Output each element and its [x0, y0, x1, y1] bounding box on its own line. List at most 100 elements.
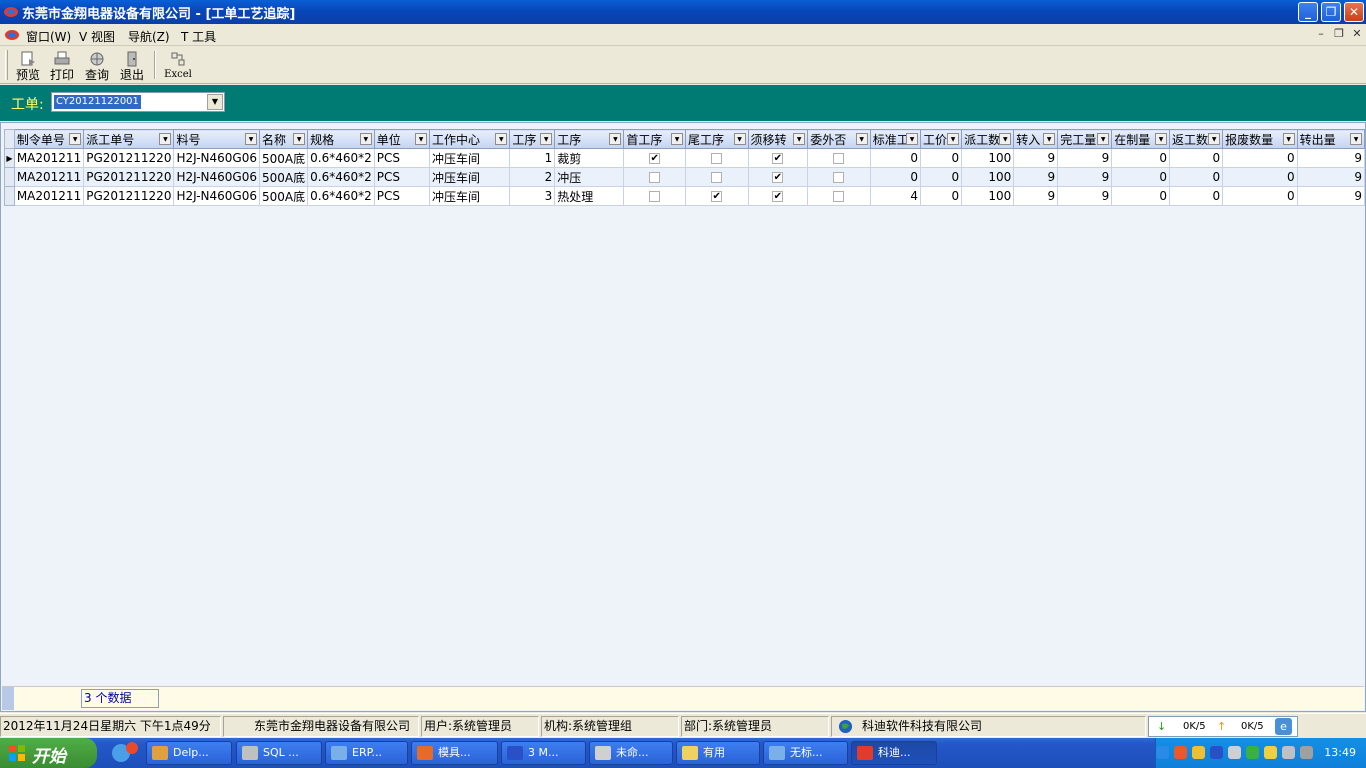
table-row[interactable]: ▶ MA201211 PG201211220 H2J-N460G06 500A底 0.6*… — [4, 148, 1366, 168]
filter-dropdown-icon[interactable]: ▼ — [359, 133, 372, 145]
cell-center[interactable]: 冲压车间 — [429, 167, 511, 187]
cell-name[interactable]: 500A底 — [259, 167, 309, 187]
cell-unit[interactable]: PCS — [373, 148, 431, 168]
tray-app-icon[interactable] — [1174, 746, 1187, 759]
checkbox-checked[interactable]: ✔ — [772, 153, 784, 164]
cell-wip[interactable]: 0 — [1111, 186, 1171, 206]
browser-icon[interactable]: e — [1275, 718, 1292, 735]
checkbox-cell-transfer[interactable]: ✔ — [747, 186, 809, 206]
mdi-close-button[interactable]: ✕ — [1350, 27, 1364, 41]
cell-wo[interactable]: PG201211220 — [83, 186, 175, 206]
checkbox-cell-last[interactable]: ✔ — [685, 186, 749, 206]
cell-spec[interactable]: 0.6*460*2 — [307, 186, 375, 206]
column-header[interactable]: 完工量 ▼ — [1057, 129, 1113, 149]
filter-dropdown-icon[interactable]: ▼ — [1282, 133, 1295, 145]
checkbox-checked[interactable]: ✔ — [711, 191, 723, 202]
column-header[interactable]: 标准工 ▼ — [869, 129, 922, 149]
cell-out[interactable]: 9 — [1296, 167, 1366, 187]
cell-name[interactable]: 500A底 — [259, 148, 309, 168]
column-header[interactable]: 名称 ▼ — [259, 129, 309, 149]
cell-seq[interactable]: 1 — [509, 148, 556, 168]
restore-button[interactable]: ❐ — [1321, 2, 1341, 22]
cell-spec[interactable]: 0.6*460*2 — [307, 167, 375, 187]
column-header[interactable]: 派工单号 ▼ — [83, 129, 175, 149]
cell-center[interactable]: 冲压车间 — [429, 148, 511, 168]
filter-dropdown-icon[interactable]: ▼ — [1155, 133, 1168, 145]
cell-mo[interactable]: MA201211 — [13, 186, 85, 206]
cell-rework[interactable]: 0 — [1169, 186, 1224, 206]
filter-dropdown-icon[interactable]: ▼ — [415, 133, 428, 145]
checkbox-cell-transfer[interactable]: ✔ — [747, 148, 809, 168]
taskbar-task-button[interactable]: ERP... — [325, 741, 408, 765]
mdi-restore-button[interactable]: ❐ — [1332, 27, 1346, 41]
cell-in[interactable]: 9 — [1013, 186, 1059, 206]
bluetooth-icon[interactable] — [1210, 746, 1223, 759]
cell-wo[interactable]: PG201211220 — [83, 167, 175, 187]
column-header[interactable]: 工作中心 ▼ — [429, 129, 511, 149]
cell-std[interactable]: 4 — [869, 186, 922, 206]
column-header[interactable]: 单位 ▼ — [373, 129, 431, 149]
toolbar-grip[interactable] — [5, 50, 8, 80]
print-button[interactable]: 打印 — [46, 49, 78, 82]
checkbox-unchecked[interactable] — [711, 153, 723, 164]
column-header[interactable]: 工序 ▼ — [509, 129, 556, 149]
taskbar-task-button[interactable]: 未命... — [589, 741, 673, 765]
filter-dropdown-icon[interactable]: ▼ — [540, 133, 553, 145]
filter-dropdown-icon[interactable]: ▼ — [793, 133, 806, 145]
work-order-select[interactable]: CY20121122001 ▼ — [51, 92, 225, 112]
minimize-button[interactable]: _ — [1298, 2, 1318, 22]
checkbox-cell-outsource[interactable] — [807, 167, 871, 187]
filter-dropdown-icon[interactable]: ▼ — [947, 133, 960, 145]
security-icon[interactable] — [1246, 746, 1259, 759]
cell-done[interactable]: 9 — [1057, 167, 1113, 187]
checkbox-cell-transfer[interactable]: ✔ — [747, 167, 809, 187]
filter-dropdown-icon[interactable]: ▼ — [906, 133, 918, 145]
cell-scrap[interactable]: 0 — [1222, 167, 1298, 187]
cell-part[interactable]: H2J-N460G06 — [173, 148, 261, 168]
table-row[interactable]: MA201211 PG201211220 H2J-N460G06 500A底 0.6*4… — [4, 186, 1366, 206]
display-icon[interactable] — [1300, 746, 1313, 759]
cell-seq[interactable]: 3 — [509, 186, 556, 206]
cell-mo[interactable]: MA201211 — [13, 148, 85, 168]
filter-dropdown-icon[interactable]: ▼ — [999, 133, 1012, 145]
taskbar-task-button[interactable]: Delp... — [146, 741, 232, 765]
taskbar-task-button[interactable]: 模具... — [411, 741, 498, 765]
filter-dropdown-icon[interactable]: ▼ — [159, 133, 172, 145]
cell-unit[interactable]: PCS — [373, 186, 431, 206]
cell-price[interactable]: 0 — [919, 186, 963, 206]
info-icon[interactable] — [1264, 746, 1277, 759]
menu-tools[interactable]: T 工具 — [181, 28, 216, 45]
exit-button[interactable]: 退出 — [116, 49, 148, 82]
filter-dropdown-icon[interactable]: ▼ — [495, 133, 508, 145]
taskbar-task-button[interactable]: 科迪... — [851, 741, 937, 765]
cell-done[interactable]: 9 — [1057, 186, 1113, 206]
column-header[interactable]: 在制量 ▼ — [1111, 129, 1171, 149]
cell-wo[interactable]: PG201211220 — [83, 148, 175, 168]
cell-center[interactable]: 冲压车间 — [429, 186, 511, 206]
filter-dropdown-icon[interactable]: ▼ — [245, 133, 258, 145]
filter-dropdown-icon[interactable]: ▼ — [1208, 133, 1221, 145]
column-header[interactable]: 转入 ▼ — [1013, 129, 1059, 149]
cell-dispatch[interactable]: 100 — [961, 167, 1015, 187]
checkbox-cell-first[interactable] — [623, 186, 686, 206]
column-header[interactable]: 工序 ▼ — [554, 129, 625, 149]
start-button[interactable]: 开始 — [0, 738, 97, 768]
checkbox-cell-last[interactable] — [685, 167, 749, 187]
close-button[interactable]: ✕ — [1344, 2, 1364, 22]
filter-dropdown-icon[interactable]: ▼ — [1350, 133, 1362, 145]
column-header[interactable]: 首工序 ▼ — [623, 129, 686, 149]
row-indicator[interactable] — [4, 186, 15, 206]
tray-arrow-icon[interactable] — [1156, 746, 1169, 759]
checkbox-checked[interactable]: ✔ — [772, 191, 784, 202]
table-row[interactable]: MA201211 PG201211220 H2J-N460G06 500A底 0.6*4… — [4, 167, 1366, 187]
column-header[interactable]: 制令单号 ▼ — [13, 129, 85, 149]
cell-out[interactable]: 9 — [1296, 186, 1366, 206]
column-header[interactable]: 料号 ▼ — [173, 129, 261, 149]
checkbox-cell-last[interactable] — [685, 148, 749, 168]
menu-navigate[interactable]: 导航(Z) — [128, 28, 170, 45]
cell-dispatch[interactable]: 100 — [961, 148, 1015, 168]
column-header[interactable]: 返工数 ▼ — [1169, 129, 1224, 149]
excel-export-button[interactable]: Excel — [162, 49, 194, 81]
sound-icon[interactable] — [1282, 746, 1295, 759]
column-header[interactable]: 报废数量 ▼ — [1222, 129, 1298, 149]
